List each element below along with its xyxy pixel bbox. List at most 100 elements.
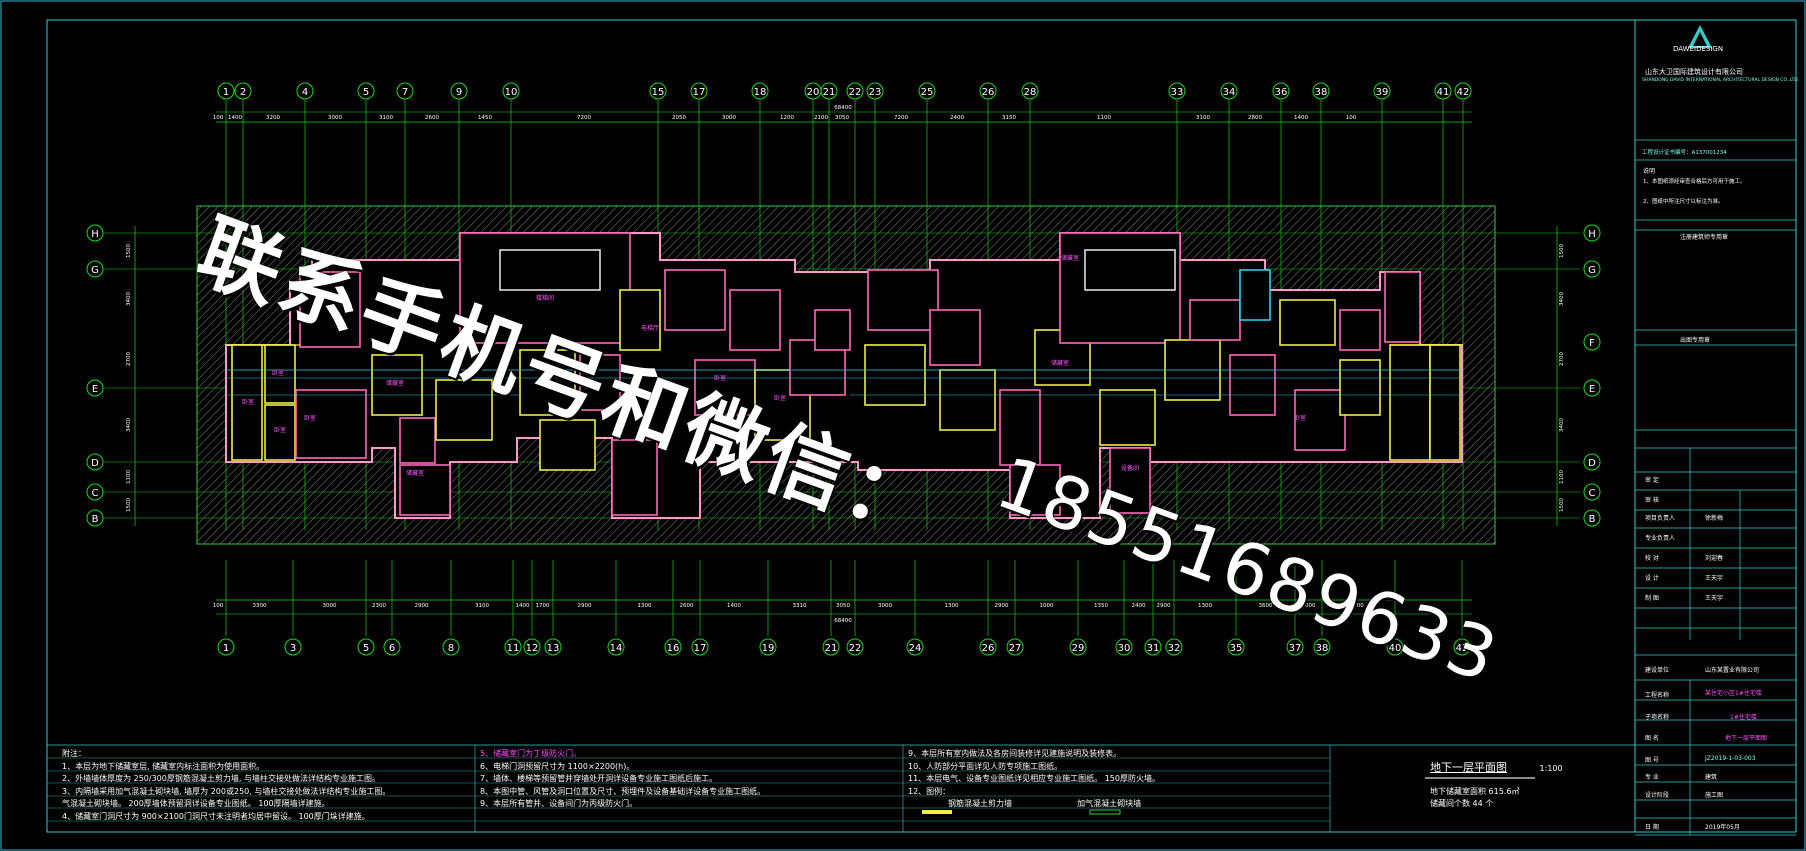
title-block-row-name: 王天宇	[1705, 575, 1724, 582]
date-value: 2019年05月	[1705, 824, 1740, 831]
title-block-row-label: 制 图	[1645, 595, 1659, 602]
dimension-text-top: 100	[1346, 115, 1357, 121]
dimension-text-bottom: 1300	[1198, 603, 1212, 609]
title-block-row-label: 审 核	[1645, 497, 1659, 504]
grid-label-left: D	[91, 458, 99, 469]
dimension-text-bottom: 3300	[253, 603, 267, 609]
cad-drawing-viewport: 100 1400 3200 3000 3100 2600 1450 7200 2050 3000 1…	[0, 0, 1806, 851]
dimension-text-bottom: 1400	[516, 603, 530, 609]
grid-label-bottom: 42	[1456, 643, 1469, 654]
drawing-value: 地下一层平面图	[1725, 735, 1768, 742]
drawing-title: 地下一层平面图 1:100	[1430, 761, 1563, 776]
room-label: 卧室	[242, 398, 254, 406]
dimension-text-bottom: 2900	[415, 603, 429, 609]
room-storage	[1229, 354, 1276, 416]
title-block-row-label: 审 定	[1645, 477, 1659, 484]
dimension-text-right: 1500	[1559, 244, 1565, 258]
dimension-text-bottom: 3600	[1259, 603, 1273, 609]
note-12: 12、图例：	[908, 786, 951, 796]
legend-concrete: 钢筋混凝土剪力墙	[948, 799, 1012, 808]
grid-label-bottom: 22	[849, 643, 862, 654]
dimension-text-bottom: 3310	[793, 603, 807, 609]
general-notes: 附注： 1、本层为地下储藏室层, 储藏室内标注面积为使用面积。 2、外墙墙体厚度…	[62, 748, 472, 823]
dimension-text-top: 2400	[950, 115, 964, 121]
room-storage	[1339, 309, 1381, 351]
room-storage	[1009, 464, 1061, 516]
legend-swatch-concrete	[922, 810, 952, 814]
room-lobby	[867, 269, 939, 331]
discipline-label: 专 业	[1645, 774, 1659, 781]
project-label: 建设单位	[1645, 667, 1670, 674]
dimension-text-top: 1200	[780, 115, 794, 121]
grid-label-right: D	[1588, 458, 1596, 469]
room-storage	[929, 309, 981, 366]
grid-label-bottom: 3	[290, 643, 296, 654]
title-block-row-label: 校 对	[1645, 555, 1659, 562]
note-11: 11、本层电气、设备专业图纸详见相应专业施工图纸。 150厚防火墙。	[908, 774, 1160, 783]
floor-plan-drawing: 100 1400 3200 3000 3100 2600 1450 7200 2050 3000 1…	[0, 0, 1806, 851]
stamp-2: 出图专用章	[1680, 337, 1711, 344]
dimension-text-top: 2100	[814, 115, 828, 121]
grid-label-left: G	[91, 265, 99, 276]
note-10: 10、人防部分平面详见人防专项施工图纸。	[908, 761, 1063, 771]
dimension-text-right: 1500	[1559, 498, 1565, 512]
dimension-text-bottom: 1700	[536, 603, 550, 609]
room-storage	[1189, 299, 1241, 341]
dimension-text-top: 7200	[894, 115, 908, 121]
note-9b: 9、本层所有室内做法及各房间装修详见建施说明及装修表。	[908, 749, 1122, 758]
room-label: 卧室	[274, 426, 286, 434]
dimension-text-bottom: 3100	[475, 603, 489, 609]
room-storage	[1389, 344, 1431, 461]
stair-flight	[1084, 249, 1176, 291]
dimension-text-top: 1100	[1097, 115, 1111, 121]
dimension-text-top: 2800	[1248, 115, 1262, 121]
drawing-title-name: 地下一层平面图	[1430, 761, 1507, 774]
title-block-row-name: 王天宇	[1705, 595, 1724, 602]
room-label: 储藏室	[1061, 254, 1079, 262]
grid-label-left: E	[92, 384, 98, 395]
dimension-text-right: 2700	[1559, 352, 1565, 366]
stamp-1: 注册建筑师专用章	[1680, 234, 1729, 241]
grid-label-bottom: 32	[1168, 643, 1181, 654]
drawing-label: 图 名	[1645, 735, 1659, 742]
dimension-text-bottom: 2900	[578, 603, 592, 609]
dimension-text-top: 3000	[722, 115, 736, 121]
room-storage	[694, 359, 756, 416]
dimension-text-top: 3000	[328, 115, 342, 121]
dimension-text-left: 3400	[126, 418, 132, 432]
note-8: 8、本图中管、风管及洞口位置及尺寸、预埋件及设备基础详设备专业施工图纸。	[480, 786, 766, 796]
grid-label-bottom: 38	[1316, 643, 1329, 654]
title-block-row-name: 刘迎春	[1705, 555, 1724, 562]
drawing-sub2: 储藏间个数 44 个	[1430, 799, 1494, 808]
dimension-text-top: 3050	[835, 115, 849, 121]
company-name-en: SHANDONG DAVID INTERNATIONAL ARCHITECTUR…	[1642, 78, 1800, 83]
drawing-title-scale: 1:100	[1539, 764, 1563, 773]
grid-label-top: 28	[1024, 87, 1037, 98]
room-storage	[1279, 299, 1336, 346]
grid-label-top: 2	[240, 87, 246, 98]
room-storage	[295, 389, 367, 459]
grid-label-bottom: 31	[1147, 643, 1160, 654]
dimension-text-bottom: 100	[213, 603, 224, 609]
dimension-text-top: 2050	[672, 115, 686, 121]
room-label: 卧室	[774, 394, 786, 402]
grid-label-bottom: 13	[547, 643, 560, 654]
room-label: 电梯厅	[641, 324, 659, 332]
dimension-text-top: 7200	[577, 115, 591, 121]
grid-label-top: 17	[693, 87, 706, 98]
general-notes-3: 9、本层所有室内做法及各房间装修详见建施说明及装修表。 10、人防部分平面详见人…	[908, 748, 1328, 811]
dimension-text-top: 1400	[228, 115, 242, 121]
grid-label-bottom: 27	[1009, 643, 1022, 654]
grid-label-top: 9	[456, 87, 462, 98]
title-block-row-label: 专业负责人	[1645, 535, 1676, 542]
grid-label-top: 20	[807, 87, 820, 98]
dimension-text-bottom: 1350	[1094, 603, 1108, 609]
grid-label-bottom: 6	[389, 643, 395, 654]
room-storage	[539, 419, 596, 471]
grid-label-top: 26	[982, 87, 995, 98]
room-label: 储藏室	[386, 379, 404, 387]
tb-note-2: 2、图纸中所注尺寸以标注为准。	[1643, 199, 1724, 205]
room-storage	[519, 349, 576, 416]
stage-label: 设计阶段	[1645, 792, 1670, 799]
grid-label-top: 21	[823, 87, 836, 98]
